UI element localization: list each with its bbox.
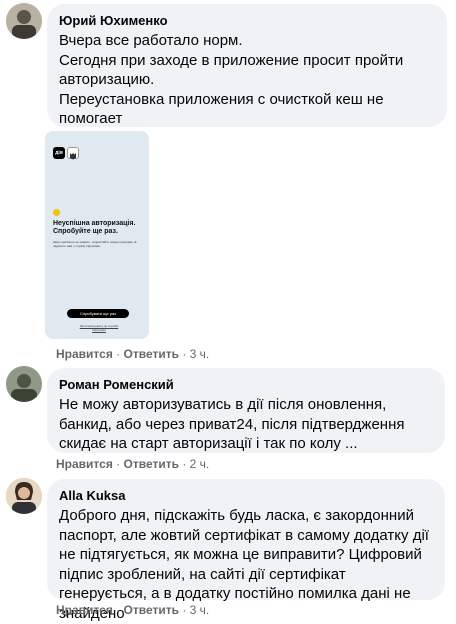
trident-logo-icon xyxy=(67,147,79,160)
separator: · xyxy=(182,347,190,361)
avatar-photo-icon xyxy=(6,3,42,39)
attached-screenshot[interactable]: дія Неуспішна авторизація. Спробуйте ще … xyxy=(45,131,149,339)
comment-actions: Нравится · Ответить · 3 ч. xyxy=(56,346,209,362)
timestamp[interactable]: 3 ч. xyxy=(190,347,210,361)
reply-button[interactable]: Ответить xyxy=(124,603,179,617)
reply-button[interactable]: Ответить xyxy=(124,347,179,361)
timestamp[interactable]: 2 ч. xyxy=(190,457,210,471)
separator: · xyxy=(116,603,124,617)
diia-logo: дія xyxy=(53,147,65,159)
comment-text: Вчера все работало норм. Сегодня при зах… xyxy=(59,32,404,127)
comment-author[interactable]: Юрий Юхименко xyxy=(59,12,435,29)
comment-bubble: Alla Kuksa Доброго дня, підскажіть будь … xyxy=(47,479,445,622)
comment-author[interactable]: Роман Роменский xyxy=(59,376,433,393)
comment-actions: Нравится · Ответить · 3 ч. xyxy=(56,602,209,618)
avatar[interactable] xyxy=(6,3,42,39)
comment-text: Не можу авторизуватись в дії після оновл… xyxy=(59,396,405,452)
comment-author[interactable]: Alla Kuksa xyxy=(59,487,433,504)
avatar-photo-icon xyxy=(6,478,42,514)
error-body: Щось зроблено не знаємо - скористайте но… xyxy=(53,240,137,248)
comment-bubble: Роман Роменский Не можу авторизуватись в… xyxy=(47,368,445,453)
avatar[interactable] xyxy=(6,478,42,514)
error-title: Неуспішна авторизація. Спробуйте ще раз. xyxy=(53,220,136,235)
like-button[interactable]: Нравится xyxy=(56,347,113,361)
comment-bubble: Юрий Юхименко Вчера все работало норм. С… xyxy=(47,4,447,127)
emoji-icon xyxy=(53,209,60,216)
retry-button: Спробувати ще раз xyxy=(67,309,129,318)
like-button[interactable]: Нравится xyxy=(56,603,113,617)
comment-actions: Нравится · Ответить · 2 ч. xyxy=(56,456,209,472)
like-button[interactable]: Нравится xyxy=(56,457,113,471)
separator: · xyxy=(182,603,190,617)
separator: · xyxy=(116,347,124,361)
separator: · xyxy=(116,457,124,471)
timestamp[interactable]: 3 ч. xyxy=(190,603,210,617)
support-link: Зателефонувати до служби підтримки xyxy=(79,324,119,332)
avatar[interactable] xyxy=(6,366,42,402)
reply-button[interactable]: Ответить xyxy=(124,457,179,471)
avatar-photo-icon xyxy=(6,366,42,402)
separator: · xyxy=(182,457,190,471)
